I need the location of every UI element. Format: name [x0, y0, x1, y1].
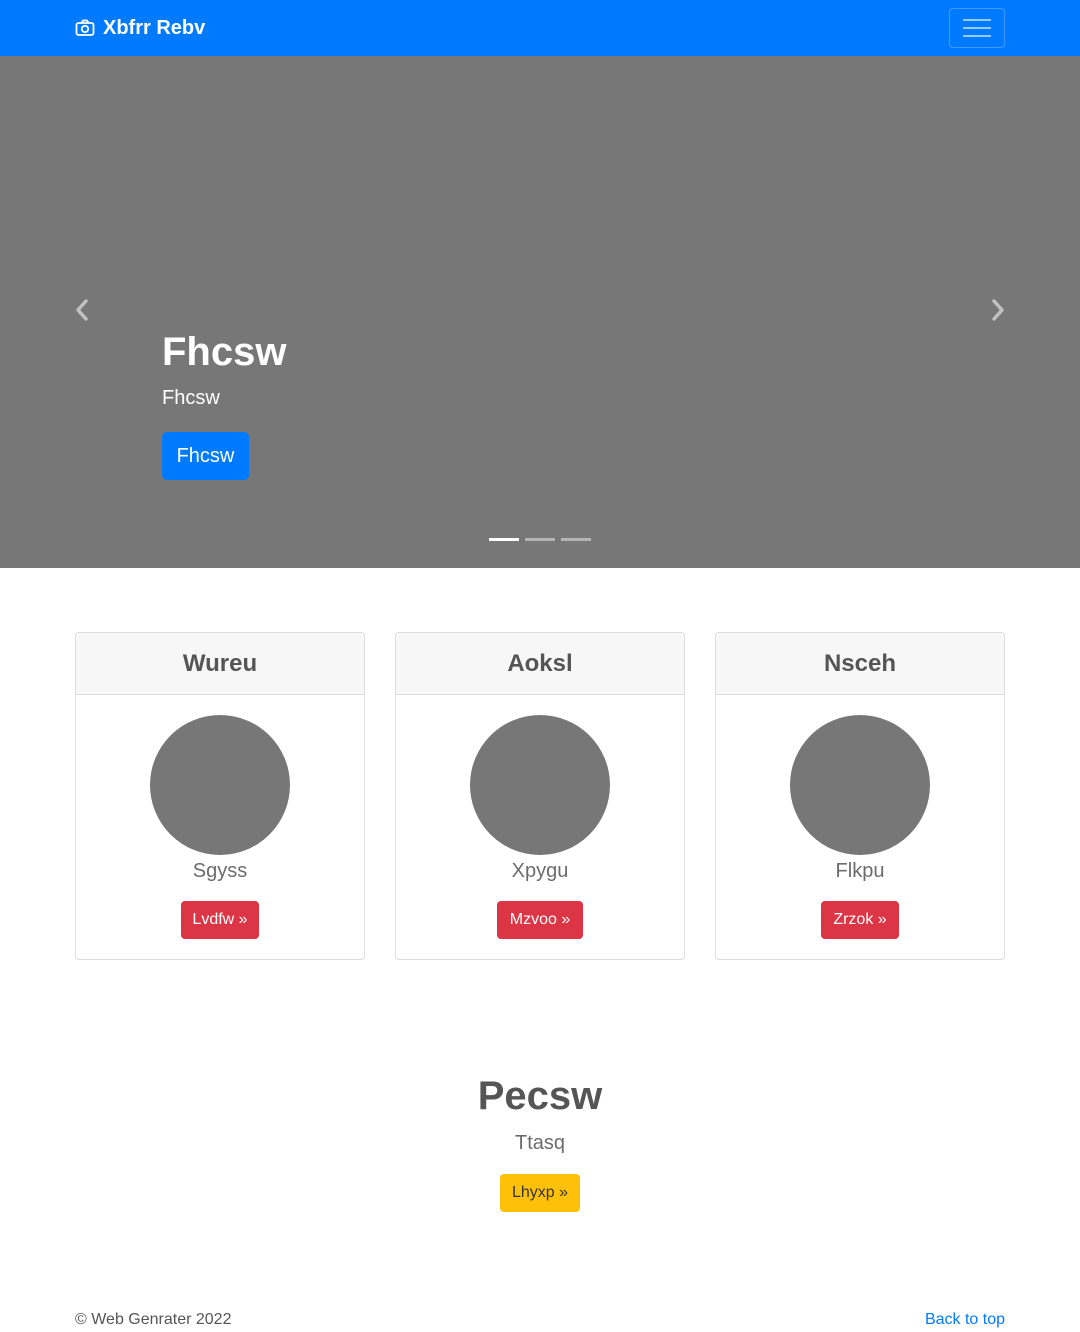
back-to-top-link[interactable]: Back to top: [925, 1311, 1005, 1329]
card-button[interactable]: Mzvoo »: [497, 901, 583, 939]
carousel-cta-button[interactable]: Fhcsw: [162, 432, 249, 480]
carousel-next-button[interactable]: [968, 56, 1028, 568]
carousel-prev-button[interactable]: [52, 56, 112, 568]
brand-link[interactable]: Xbfrr Rebv: [75, 15, 205, 41]
brand-label: Xbfrr Rebv: [103, 16, 206, 39]
section-text: Ttasq: [514, 1132, 566, 1154]
card-image-placeholder: [790, 715, 930, 855]
card-image-placeholder: [150, 715, 290, 855]
feature-card: Wureu Sgyss Lvdfw »: [75, 632, 365, 960]
carousel-indicators: [489, 538, 591, 541]
chevron-left-icon: [74, 298, 90, 326]
hamburger-menu-icon: [962, 17, 992, 39]
carousel-indicator-1[interactable]: [489, 538, 519, 541]
card-text: Flkpu: [835, 860, 885, 882]
chevron-right-icon: [990, 298, 1006, 326]
carousel-indicator-2[interactable]: [525, 538, 555, 541]
footer-copyright: © Web Genrater 2022: [75, 1311, 232, 1328]
feature-card: Aoksl Xpygu Mzvoo »: [395, 632, 685, 960]
section-button[interactable]: Lhyxp »: [500, 1174, 580, 1212]
navbar-toggler-button[interactable]: [949, 8, 1005, 48]
card-header: Wureu: [76, 633, 364, 695]
feature-card: Nsceh Flkpu Zrzok »: [715, 632, 1005, 960]
card-header: Nsceh: [716, 633, 1004, 695]
card-text: Xpygu: [511, 860, 569, 882]
card-text: Sgyss: [192, 860, 248, 882]
card-button[interactable]: Lvdfw »: [181, 901, 259, 939]
section-heading: Pecsw: [477, 1074, 603, 1118]
carousel-caption-title: Fhcsw: [162, 330, 287, 374]
carousel-indicator-3[interactable]: [561, 538, 591, 541]
navbar: Xbfrr Rebv: [0, 0, 1080, 56]
carousel-caption-text: Fhcsw: [162, 387, 220, 409]
camera-icon: [75, 18, 95, 38]
card-image-placeholder: [470, 715, 610, 855]
card-header: Aoksl: [396, 633, 684, 695]
card-button[interactable]: Zrzok »: [821, 901, 899, 939]
hero-carousel: Fhcsw Fhcsw Fhcsw: [0, 56, 1080, 568]
